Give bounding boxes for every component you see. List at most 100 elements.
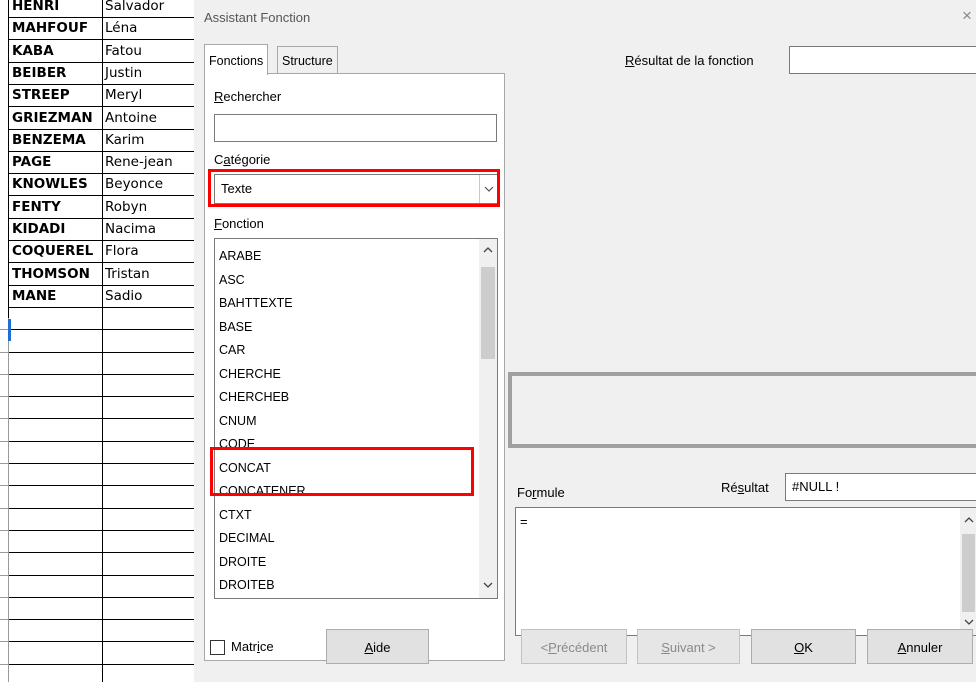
list-item[interactable]: CONCATENER: [219, 480, 306, 503]
scrollbar-thumb[interactable]: [481, 267, 495, 359]
table-row[interactable]: PAGE Rene-jean: [0, 151, 194, 173]
table-row[interactable]: KIDADI Nacima: [0, 218, 194, 240]
list-item[interactable]: CAR: [219, 339, 245, 362]
function-list-scrollbar[interactable]: [479, 239, 497, 598]
list-item[interactable]: DROITEB: [219, 574, 275, 597]
table-row[interactable]: GRIEZMAN Antoine: [0, 107, 194, 129]
cell-last-name[interactable]: FENTY: [9, 196, 104, 218]
cell-first-name[interactable]: Fatou: [103, 40, 196, 62]
cell-first-name[interactable]: Karim: [103, 129, 196, 151]
row-header-tick: [0, 374, 8, 375]
function-list[interactable]: ARABE ASC BAHTTEXTE BASE CAR CHERCHE CHERCHEB C…: [214, 238, 498, 599]
scroll-down-icon[interactable]: [479, 580, 497, 592]
cell-first-name[interactable]: Justin: [103, 62, 196, 84]
list-item[interactable]: CTXT: [219, 504, 252, 527]
next-button[interactable]: Suivant >: [637, 629, 740, 664]
scroll-down-icon[interactable]: [960, 617, 976, 629]
scroll-up-icon[interactable]: [960, 514, 976, 526]
scroll-up-icon[interactable]: [479, 244, 497, 256]
grid-line: [9, 151, 194, 152]
list-item[interactable]: CODE: [219, 433, 255, 456]
list-item[interactable]: CHERCHE: [219, 363, 281, 386]
cell-last-name[interactable]: KIDADI: [9, 218, 104, 240]
cell-last-name[interactable]: THOMSON: [9, 263, 104, 285]
search-input[interactable]: [214, 114, 497, 142]
row-header-tick: [0, 641, 8, 642]
cell-last-name[interactable]: PAGE: [9, 151, 104, 173]
cell-first-name[interactable]: Meryl: [103, 84, 196, 106]
list-item[interactable]: ARABE: [219, 245, 261, 268]
cell-last-name[interactable]: HENRI: [9, 0, 104, 17]
cell-last-name[interactable]: KNOWLES: [9, 173, 104, 195]
category-dropdown[interactable]: Texte: [214, 174, 499, 204]
result-value: #NULL !: [792, 479, 840, 494]
tab-structure[interactable]: Structure: [277, 46, 338, 73]
cell-first-name[interactable]: Salvador: [103, 0, 196, 17]
cell-first-name[interactable]: Tristan: [103, 263, 196, 285]
grid-line: [9, 218, 194, 219]
cell-last-name[interactable]: KABA: [9, 40, 104, 62]
list-item[interactable]: CNUM: [219, 410, 257, 433]
cell-first-name[interactable]: Nacima: [103, 218, 196, 240]
row-header-tick: [0, 664, 8, 665]
cell-first-name[interactable]: Robyn: [103, 196, 196, 218]
cell-last-name[interactable]: MANE: [9, 285, 104, 307]
cell-last-name[interactable]: STREEP: [9, 84, 104, 106]
list-item[interactable]: BASE: [219, 316, 252, 339]
chevron-down-icon[interactable]: [479, 175, 498, 203]
table-row[interactable]: STREEP Meryl: [0, 84, 194, 106]
table-row[interactable]: HENRI Salvador: [0, 0, 194, 17]
grid-line: [9, 374, 194, 375]
cell-last-name[interactable]: GRIEZMAN: [9, 107, 104, 129]
table-row[interactable]: COQUEREL Flora: [0, 240, 194, 262]
list-item[interactable]: CONCAT: [219, 457, 271, 480]
table-row[interactable]: BENZEMA Karim: [0, 129, 194, 151]
ok-button[interactable]: OK: [751, 629, 856, 664]
table-row[interactable]: BEIBER Justin: [0, 62, 194, 84]
list-item[interactable]: DECIMAL: [219, 527, 275, 550]
scrollbar-thumb[interactable]: [962, 534, 975, 612]
grid-line: [9, 641, 194, 642]
previous-button[interactable]: <Précédent: [521, 629, 627, 664]
grid-line: [9, 619, 194, 620]
row-header-tick: [0, 485, 8, 486]
cell-first-name[interactable]: Antoine: [103, 107, 196, 129]
cell-first-name[interactable]: Rene-jean: [103, 151, 196, 173]
cell-last-name[interactable]: MAHFOUF: [9, 17, 104, 39]
spreadsheet-grid[interactable]: HENRI Salvador MAHFOUF Léna KABA Fatou BEIBER J…: [0, 0, 194, 682]
row-header-tick: [0, 396, 8, 397]
list-item[interactable]: BAHTTEXTE: [219, 292, 293, 315]
help-button[interactable]: Aide: [326, 629, 429, 664]
table-row[interactable]: FENTY Robyn: [0, 196, 194, 218]
list-item[interactable]: CHERCHEB: [219, 386, 289, 409]
grid-line: [9, 262, 194, 263]
formula-textarea[interactable]: =: [515, 507, 976, 636]
category-selected-value: Texte: [221, 181, 253, 196]
formula-scrollbar[interactable]: [960, 508, 976, 635]
tab-functions[interactable]: Fonctions: [204, 44, 269, 75]
cell-last-name[interactable]: COQUEREL: [9, 240, 104, 262]
list-item[interactable]: DROITE: [219, 551, 266, 574]
matrix-checkbox[interactable]: [210, 640, 225, 655]
grid-line: [9, 240, 194, 241]
table-row[interactable]: MANE Sadio: [0, 285, 194, 307]
category-label: Catégorie: [214, 152, 271, 167]
row-header-tick: [0, 597, 8, 598]
cell-first-name[interactable]: Flora: [103, 240, 196, 262]
table-row[interactable]: THOMSON Tristan: [0, 263, 194, 285]
table-row[interactable]: KABA Fatou: [0, 40, 194, 62]
grid-line: [9, 530, 194, 531]
cancel-button[interactable]: Annuler: [867, 629, 973, 664]
cell-last-name[interactable]: BENZEMA: [9, 129, 104, 151]
cell-first-name[interactable]: Sadio: [103, 285, 196, 307]
table-row[interactable]: MAHFOUF Léna: [0, 17, 194, 39]
formula-label: Formule: [517, 485, 565, 500]
functions-panel: Rechercher Catégorie Texte Fonction ARAB…: [204, 73, 505, 661]
cell-first-name[interactable]: Beyonce: [103, 173, 196, 195]
list-item[interactable]: ASC: [219, 269, 245, 292]
table-row[interactable]: KNOWLES Beyonce: [0, 173, 194, 195]
close-icon[interactable]: ×: [958, 6, 976, 26]
cell-last-name[interactable]: BEIBER: [9, 62, 104, 84]
cell-first-name[interactable]: Léna: [103, 17, 196, 39]
function-result-field: [789, 46, 976, 74]
